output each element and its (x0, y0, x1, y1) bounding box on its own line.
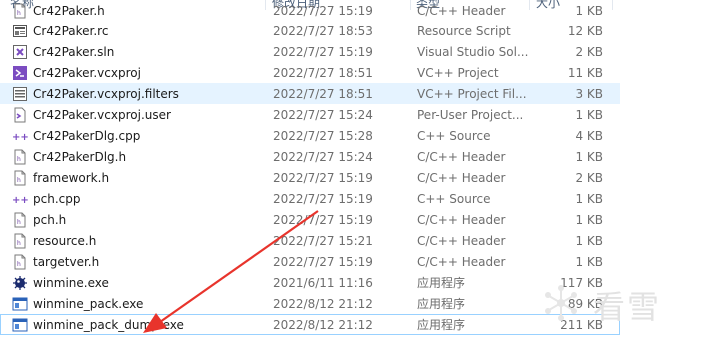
annotation-arrow (143, 210, 319, 333)
